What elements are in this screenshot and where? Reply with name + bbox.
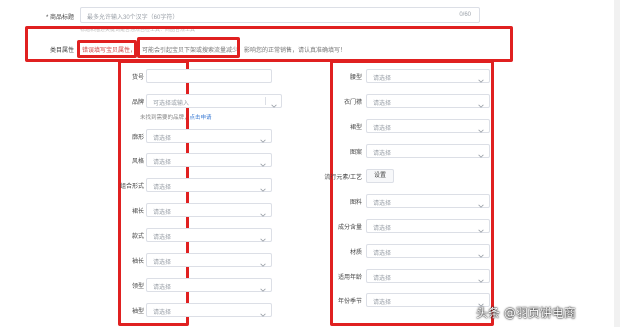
left-field-value: 请选择 bbox=[153, 260, 172, 266]
left-select[interactable]: 请选择 bbox=[146, 178, 272, 192]
brand-hint: 未找到需要的品牌，点击申请 bbox=[140, 113, 212, 121]
left-select[interactable]: 请选择 bbox=[146, 228, 272, 242]
chevron-down-icon bbox=[477, 97, 485, 108]
title-placeholder: 最多允许输入30个汉字（60字符） bbox=[87, 15, 179, 21]
left-field-label: 裙长 bbox=[131, 209, 144, 215]
left-select[interactable]: 请选择 bbox=[146, 278, 272, 292]
right-select[interactable]: 请选择 bbox=[366, 144, 490, 158]
chevron-down-icon bbox=[477, 197, 485, 208]
chevron-down-icon bbox=[477, 296, 485, 307]
chevron-down-icon bbox=[477, 147, 485, 158]
right-field-value: 请选择 bbox=[373, 201, 392, 207]
right-field-value: 请选择 bbox=[373, 76, 392, 82]
left-field-label: 品牌 bbox=[131, 100, 144, 106]
left-field-value: 请选择 bbox=[153, 185, 172, 191]
right-field-label: 腰型 bbox=[349, 75, 362, 81]
right-field-label: 成分含量 bbox=[337, 225, 362, 231]
page-scrollbar[interactable] bbox=[614, 0, 620, 327]
left-field-label: 风格 bbox=[131, 159, 144, 165]
right-select[interactable]: 请选择 bbox=[366, 69, 490, 83]
left-field-value: 可选择或输入 bbox=[153, 101, 190, 107]
left-select[interactable]: 请选择 bbox=[146, 153, 272, 167]
chevron-down-icon bbox=[259, 281, 267, 292]
right-field-label: 图案 bbox=[349, 150, 362, 156]
title-counter: 0/60 bbox=[459, 12, 471, 18]
right-field-value: 请选择 bbox=[373, 226, 392, 232]
right-field-label: 图料 bbox=[349, 200, 362, 206]
chevron-down-icon bbox=[477, 222, 485, 233]
right-select[interactable]: 请选择 bbox=[366, 194, 490, 208]
right-select[interactable]: 请选择 bbox=[366, 244, 490, 258]
left-field-value: 请选择 bbox=[153, 160, 172, 166]
chevron-down-icon bbox=[259, 306, 267, 317]
left-text-input[interactable] bbox=[146, 69, 272, 83]
title-input[interactable]: 最多允许输入30个汉字（60字符） 0/60 bbox=[80, 7, 480, 23]
left-field-label: 领型 bbox=[131, 284, 144, 290]
right-select[interactable]: 请选择 bbox=[366, 119, 490, 133]
title-label: * 商品标题 bbox=[45, 15, 74, 21]
chevron-down-icon bbox=[265, 97, 278, 108]
right-select[interactable]: 请选择 bbox=[366, 94, 490, 108]
right-field-value: 请选择 bbox=[373, 251, 392, 257]
right-field-value: 请选择 bbox=[373, 300, 392, 306]
left-field-label: 袖型 bbox=[131, 309, 144, 315]
highlight-box-error-text bbox=[77, 40, 137, 58]
chevron-down-icon bbox=[477, 247, 485, 258]
chevron-down-icon bbox=[259, 256, 267, 267]
right-field-value: 请选择 bbox=[373, 126, 392, 132]
right-select[interactable]: 请选择 bbox=[366, 293, 490, 307]
right-select[interactable]: 请选择 bbox=[366, 269, 490, 283]
chevron-down-icon bbox=[259, 132, 267, 143]
left-field-label: 袖长 bbox=[131, 259, 144, 265]
right-set-button[interactable]: 设置 bbox=[366, 169, 394, 183]
right-field-value: 请选择 bbox=[373, 101, 392, 107]
watermark: 头条 @羽页饼电商 bbox=[476, 306, 576, 320]
right-field-label: 年份季节 bbox=[337, 299, 362, 305]
left-field-label: 廓形 bbox=[131, 135, 144, 141]
right-field-value: 请选择 bbox=[373, 276, 392, 282]
left-select[interactable]: 请选择 bbox=[146, 303, 272, 317]
left-field-value: 请选择 bbox=[153, 285, 172, 291]
chevron-down-icon bbox=[477, 122, 485, 133]
left-field-value: 请选择 bbox=[153, 210, 172, 216]
right-field-label: 适用年龄 bbox=[337, 275, 362, 281]
right-select[interactable]: 请选择 bbox=[366, 219, 490, 233]
highlight-box-warning-text bbox=[137, 37, 240, 58]
left-select[interactable]: 请选择 bbox=[146, 253, 272, 267]
right-field-label: 材质 bbox=[349, 250, 362, 256]
chevron-down-icon bbox=[259, 181, 267, 192]
left-field-label: 货号 bbox=[131, 75, 144, 81]
chevron-down-icon bbox=[477, 72, 485, 83]
left-field-label: 组合形式 bbox=[119, 184, 144, 190]
left-field-value: 请选择 bbox=[153, 235, 172, 241]
chevron-down-icon bbox=[259, 231, 267, 242]
left-field-value: 请选择 bbox=[153, 136, 172, 142]
brand-hint-text: 未找到需要的品牌， bbox=[140, 115, 190, 121]
chevron-down-icon bbox=[477, 272, 485, 283]
right-field-value: 请选择 bbox=[373, 151, 392, 157]
left-select[interactable]: 可选择或输入 bbox=[146, 94, 282, 108]
left-select[interactable]: 请选择 bbox=[146, 129, 272, 143]
right-field-label: 流行元素/工艺 bbox=[324, 175, 362, 181]
left-field-label: 款式 bbox=[131, 234, 144, 240]
chevron-down-icon bbox=[259, 206, 267, 217]
right-field-label: 衣门襟 bbox=[343, 100, 362, 106]
chevron-down-icon bbox=[259, 156, 267, 167]
left-select[interactable]: 请选择 bbox=[146, 203, 272, 217]
left-field-value: 请选择 bbox=[153, 310, 172, 316]
right-field-label: 裙型 bbox=[349, 125, 362, 131]
brand-apply-link[interactable]: 点击申请 bbox=[190, 115, 212, 121]
